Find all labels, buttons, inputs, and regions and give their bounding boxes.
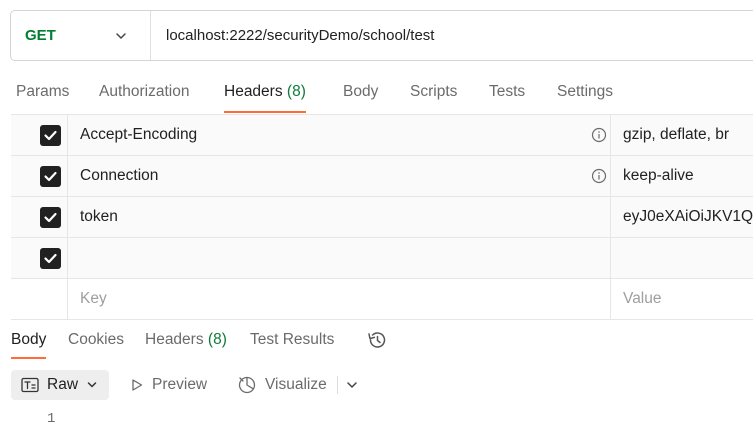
- headers-table: Accept-Encoding gzip, deflate, br Connec…: [11, 114, 753, 320]
- response-tab-headers[interactable]: Headers (8): [145, 320, 227, 360]
- row-checkbox[interactable]: [40, 166, 61, 187]
- tab-body[interactable]: Body: [343, 72, 378, 114]
- header-value[interactable]: [611, 238, 753, 278]
- headers-count: (8): [286, 83, 306, 100]
- visualize-icon: [238, 376, 256, 394]
- toolbar-divider: [337, 376, 338, 394]
- checkmark-icon: [44, 171, 57, 182]
- format-preview-button[interactable]: Preview: [130, 370, 207, 400]
- text-format-icon: [21, 377, 39, 393]
- table-row: token eyJ0eXAiOiJKV1Qi: [11, 197, 753, 238]
- response-tab-cookies[interactable]: Cookies: [68, 320, 124, 360]
- row-checkbox[interactable]: [40, 248, 61, 269]
- response-tab-test-results[interactable]: Test Results: [250, 320, 334, 360]
- table-row: [11, 238, 753, 279]
- request-tabs: Params Authorization Headers (8) Body Sc…: [0, 72, 753, 114]
- response-tabs: Body Cookies Headers (8) Test Results: [0, 320, 753, 360]
- row-checkbox[interactable]: [40, 125, 61, 146]
- header-key[interactable]: token: [68, 197, 611, 237]
- tab-settings[interactable]: Settings: [557, 72, 613, 114]
- format-raw-label: Raw: [47, 376, 79, 393]
- line-number: 1: [47, 411, 56, 427]
- method-label: GET: [25, 27, 56, 44]
- url-bar: GET: [10, 10, 753, 61]
- new-header-row: Key Value: [11, 279, 753, 320]
- header-key[interactable]: Connection: [68, 156, 611, 196]
- header-value[interactable]: gzip, deflate, br: [611, 115, 753, 155]
- table-row: Accept-Encoding gzip, deflate, br: [11, 115, 753, 156]
- chevron-down-icon[interactable]: [345, 379, 359, 391]
- url-input[interactable]: [151, 11, 753, 60]
- new-key-input[interactable]: Key: [68, 279, 611, 319]
- response-headers-count: (8): [207, 331, 227, 348]
- checkmark-icon: [44, 130, 57, 141]
- format-preview-label: Preview: [152, 376, 208, 393]
- table-row: Connection keep-alive: [11, 156, 753, 197]
- header-value[interactable]: eyJ0eXAiOiJKV1Qi: [611, 197, 753, 237]
- info-icon[interactable]: [591, 168, 607, 184]
- format-visualize-label: Visualize: [265, 376, 327, 393]
- header-key[interactable]: Accept-Encoding: [68, 115, 611, 155]
- chevron-down-icon: [87, 382, 97, 388]
- tab-headers[interactable]: Headers (8): [224, 72, 306, 114]
- header-value[interactable]: keep-alive: [611, 156, 753, 196]
- tab-tests[interactable]: Tests: [489, 72, 525, 114]
- header-key[interactable]: [68, 238, 611, 278]
- format-visualize-button[interactable]: Visualize: [237, 370, 327, 400]
- play-icon: [132, 379, 143, 391]
- tab-authorization[interactable]: Authorization: [99, 72, 189, 114]
- info-icon[interactable]: [591, 127, 607, 143]
- history-icon[interactable]: [366, 330, 388, 350]
- new-value-input[interactable]: Value: [611, 279, 753, 319]
- checkmark-icon: [44, 212, 57, 223]
- row-checkbox[interactable]: [40, 207, 61, 228]
- format-raw-select[interactable]: Raw: [11, 370, 109, 400]
- method-select[interactable]: GET: [11, 11, 151, 60]
- response-tab-body[interactable]: Body: [11, 320, 47, 360]
- checkmark-icon: [44, 253, 57, 264]
- chevron-down-icon: [116, 33, 126, 39]
- tab-params[interactable]: Params: [16, 72, 69, 114]
- tab-scripts[interactable]: Scripts: [410, 72, 457, 114]
